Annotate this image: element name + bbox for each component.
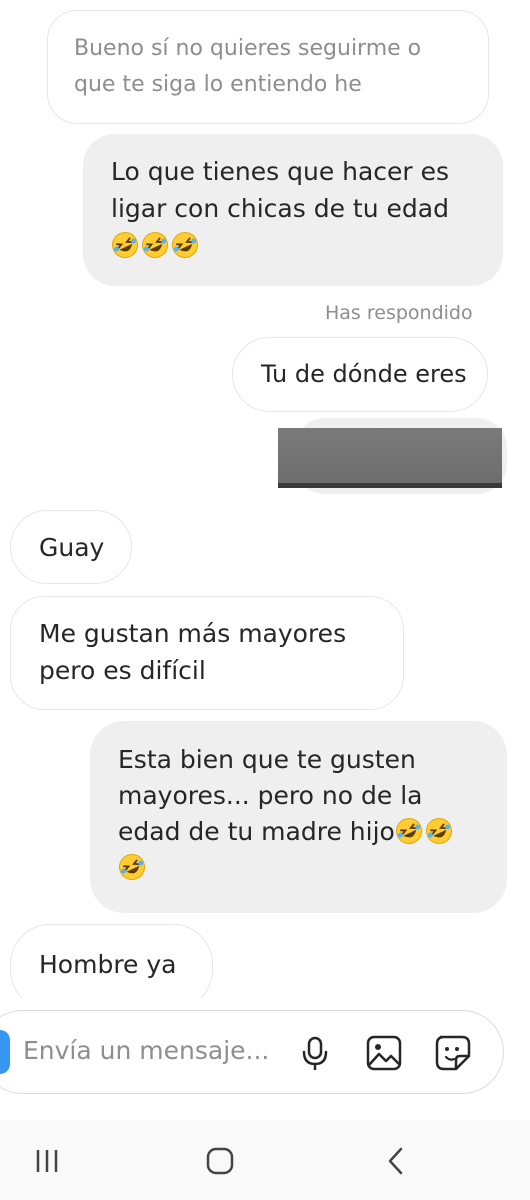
sent-message-text: Esta bien que te gusten mayores... pero … [118, 745, 423, 846]
received-message-text: Me gustan más mayores pero es difícil [39, 619, 347, 685]
redaction-block [278, 428, 502, 488]
emoji-row [111, 231, 201, 260]
sent-message-text: Lo que tienes que hacer es ligar con chi… [111, 157, 450, 223]
received-message-bubble[interactable]: Hombre ya [10, 924, 213, 998]
recent-apps-icon[interactable] [32, 1146, 62, 1176]
microphone-icon[interactable] [294, 1032, 336, 1074]
rolling-on-floor-laughing-emoji [425, 818, 452, 844]
sent-message-bubble[interactable]: Esta bien que te gusten mayores... pero … [90, 721, 507, 913]
rolling-on-floor-laughing-emoji [142, 232, 168, 258]
received-message-bubble[interactable]: Me gustan más mayores pero es difícil [10, 596, 404, 710]
home-icon[interactable] [205, 1146, 235, 1176]
received-message-text: Hombre ya [39, 950, 177, 979]
sticker-icon[interactable] [432, 1032, 474, 1074]
sent-message-bubble[interactable]: Lo que tienes que hacer es ligar con chi… [83, 134, 503, 286]
received-message-text: Guay [39, 533, 105, 562]
chat-screen: Bueno sí no quieres seguirme o que te si… [0, 0, 530, 1200]
rolling-on-floor-laughing-emoji [119, 854, 145, 880]
quoted-message-bubble[interactable]: Bueno sí no quieres seguirme o que te si… [47, 10, 489, 124]
rolling-on-floor-laughing-emoji [172, 232, 198, 258]
received-message-clip: Hombre ya [0, 920, 530, 998]
rolling-on-floor-laughing-emoji [112, 232, 138, 258]
received-message-bubble[interactable]: Guay [10, 510, 132, 584]
reply-quote-bubble[interactable]: Tu de dónde eres [232, 337, 488, 412]
quoted-message-text: Bueno sí no quieres seguirme o que te si… [74, 36, 422, 97]
system-navigation-bar [0, 1120, 530, 1200]
camera-button[interactable] [0, 1030, 10, 1074]
gallery-icon[interactable] [363, 1032, 405, 1074]
rolling-on-floor-laughing-emoji [395, 818, 422, 844]
back-icon[interactable] [382, 1146, 412, 1176]
message-input[interactable]: Envía un mensaje... [23, 1036, 269, 1065]
reply-status-label: Has respondido [325, 302, 473, 324]
reply-quote-text: Tu de dónde eres [261, 360, 467, 388]
